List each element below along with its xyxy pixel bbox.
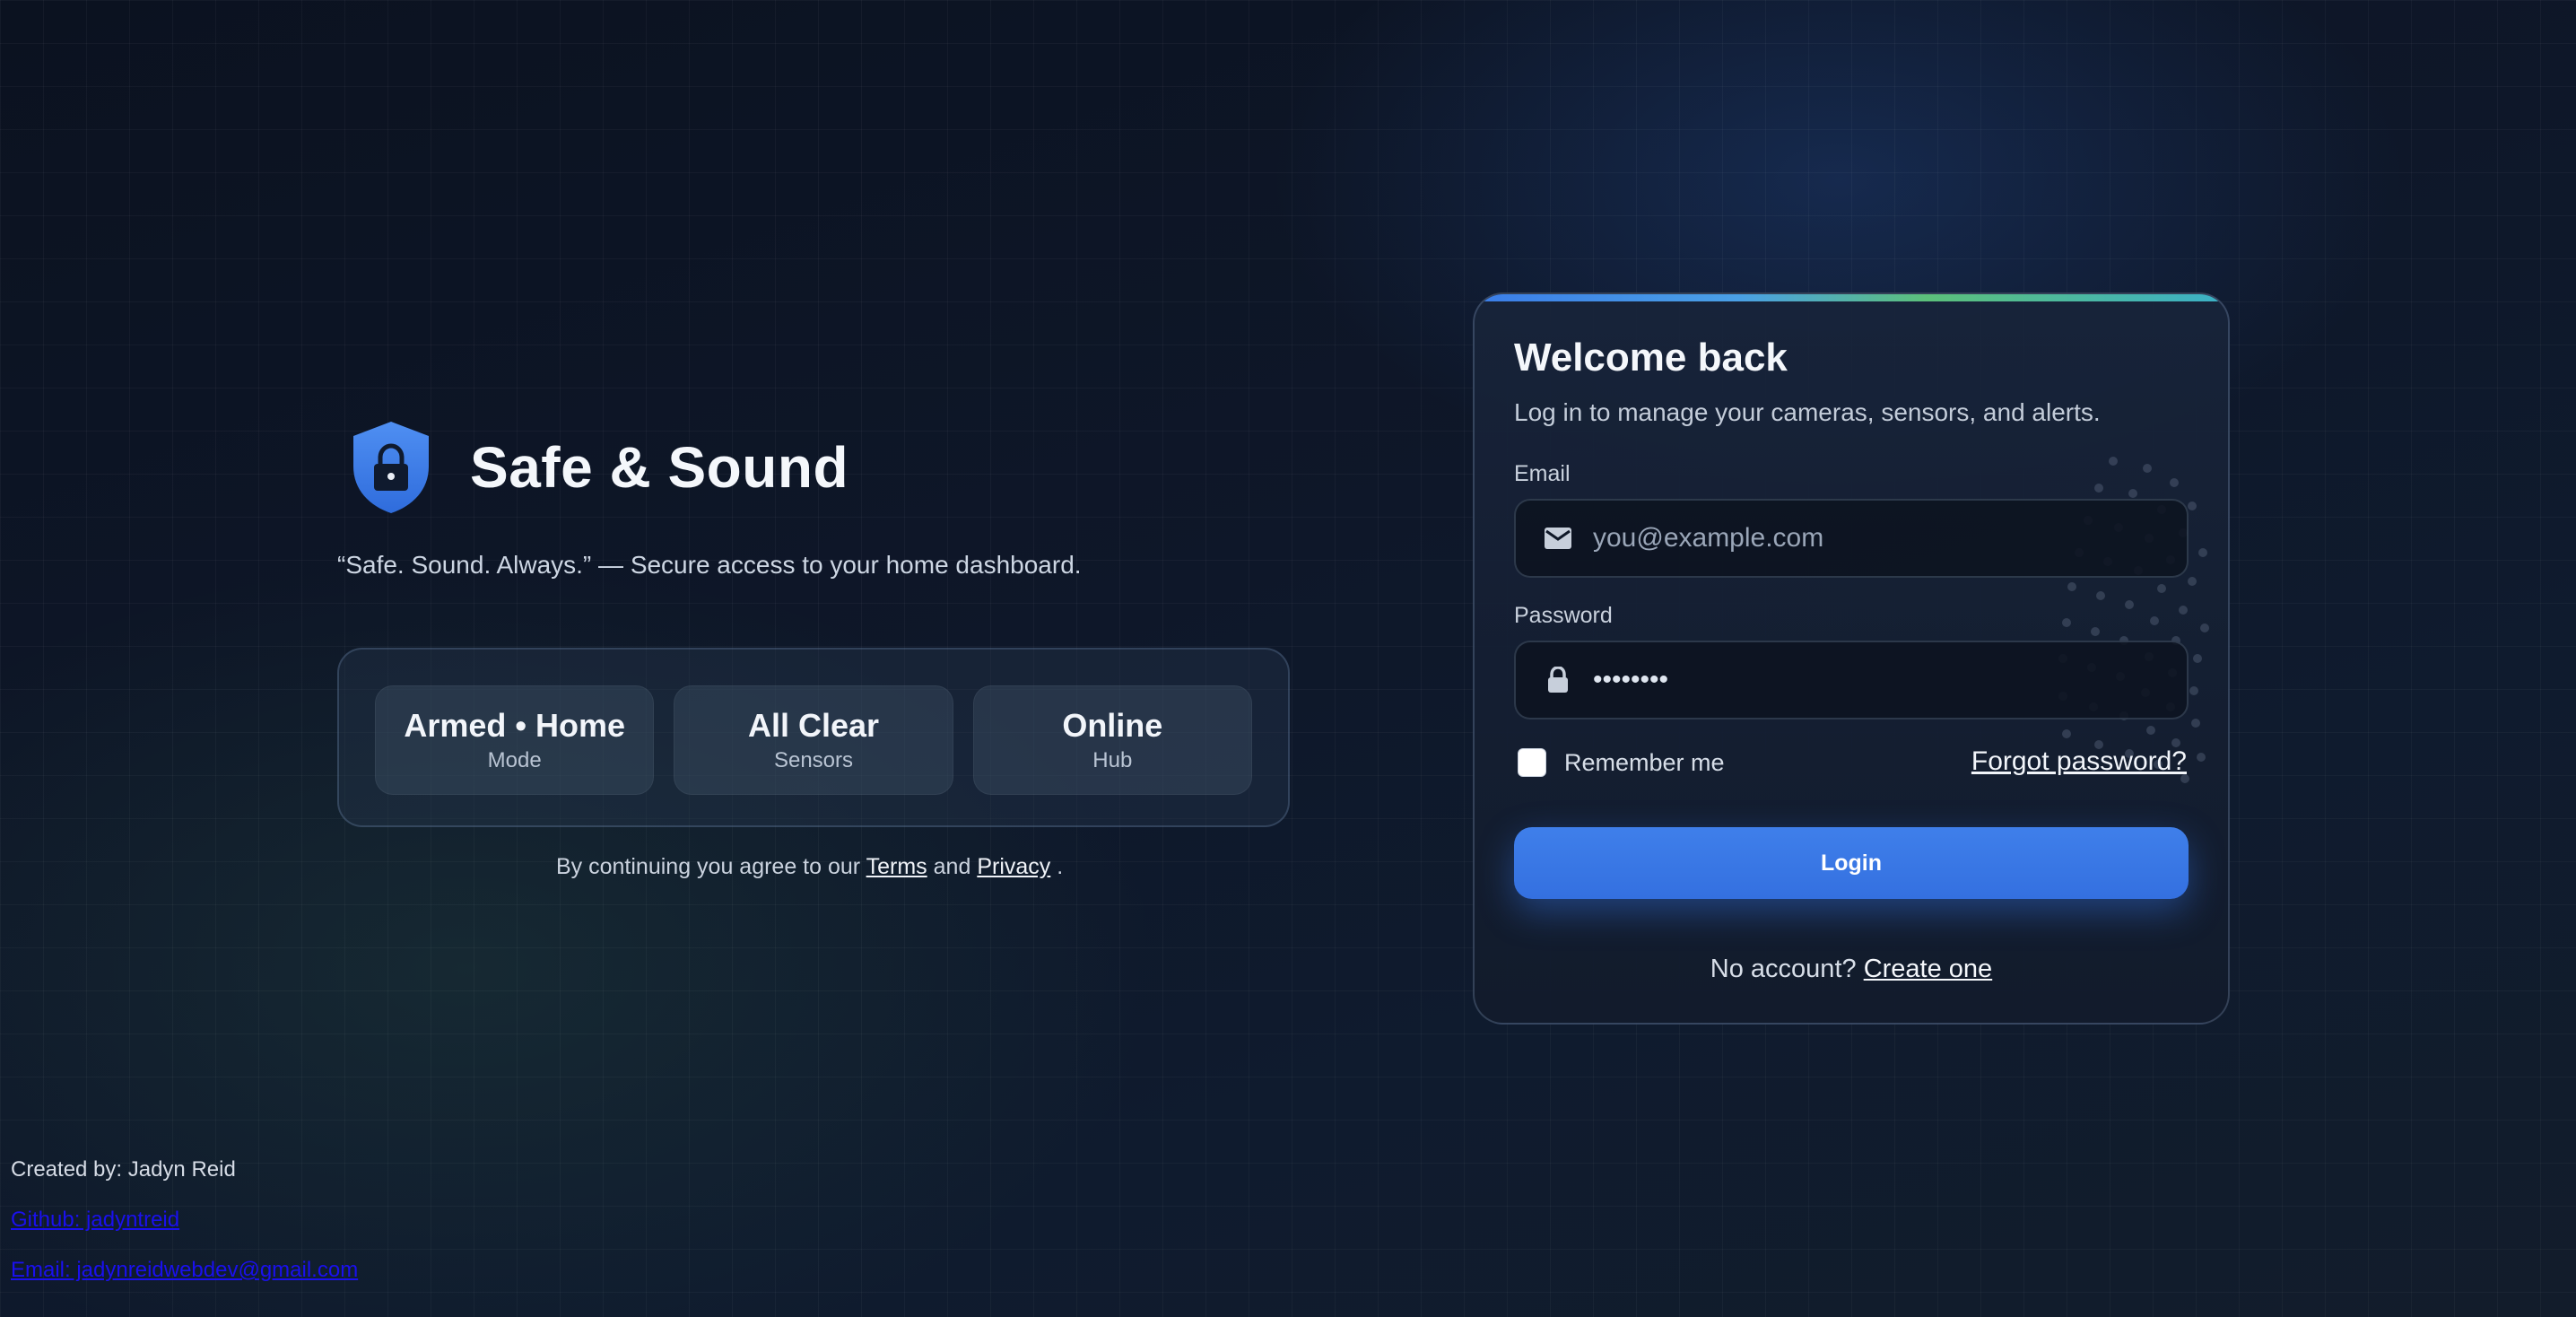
- create-account-link[interactable]: Create one: [1864, 955, 1993, 983]
- legal-notice: By continuing you agree to our Terms and…: [556, 854, 1063, 880]
- brand-header: Safe & Sound: [350, 420, 849, 515]
- status-label: Sensors: [773, 748, 854, 772]
- privacy-link[interactable]: Privacy: [977, 854, 1050, 879]
- legal-suffix: .: [1057, 854, 1064, 879]
- signup-prompt: No account? Create one: [1475, 955, 2228, 984]
- brand-title: Safe & Sound: [470, 435, 849, 500]
- card-accent-bar: [1475, 294, 2228, 301]
- login-title: Welcome back: [1514, 336, 1788, 379]
- github-link[interactable]: Github: jadyntreid: [11, 1208, 358, 1233]
- login-subtitle: Log in to manage your cameras, sensors, …: [1514, 398, 2101, 426]
- email-field[interactable]: [1514, 499, 2189, 578]
- mail-icon: [1543, 527, 1573, 550]
- status-tile-mode: Armed • Home Mode: [375, 685, 655, 795]
- password-field[interactable]: [1514, 641, 2189, 720]
- forgot-password-link[interactable]: Forgot password?: [1971, 746, 2187, 777]
- status-label: Hub: [1092, 748, 1133, 772]
- created-by: Created by: Jadyn Reid: [11, 1157, 236, 1182]
- login-card: Welcome back Log in to manage your camer…: [1473, 292, 2230, 1025]
- password-input[interactable]: [1591, 664, 2187, 696]
- legal-and: and: [933, 854, 971, 879]
- remember-checkbox[interactable]: [1518, 748, 1546, 777]
- legal-prefix: By continuing you agree to our: [556, 854, 861, 879]
- status-tile-sensors: All Clear Sensors: [674, 685, 953, 795]
- no-account-text: No account?: [1710, 955, 1857, 983]
- status-tile-hub: Online Hub: [972, 685, 1252, 795]
- login-button[interactable]: Login: [1514, 827, 2189, 899]
- email-input[interactable]: [1591, 522, 2187, 554]
- remember-label: Remember me: [1564, 748, 1725, 776]
- lock-icon: [1543, 667, 1573, 693]
- terms-link[interactable]: Terms: [866, 854, 927, 879]
- status-value: All Clear: [747, 707, 880, 744]
- email-label: Email: [1514, 461, 1571, 486]
- status-panel: Armed • Home Mode All Clear Sensors Onli…: [337, 648, 1290, 827]
- credits: Created by: Jadyn Reid Github: jadyntrei…: [11, 1157, 358, 1283]
- status-value: Armed • Home: [404, 707, 625, 744]
- password-label: Password: [1514, 603, 1613, 628]
- email-link[interactable]: Email: jadynreidwebdev@gmail.com: [11, 1258, 358, 1283]
- shield-lock-icon: [350, 420, 432, 515]
- brand-tagline: “Safe. Sound. Always.” — Secure access t…: [337, 551, 1082, 579]
- status-label: Mode: [487, 748, 542, 772]
- remember-me[interactable]: Remember me: [1518, 748, 1725, 777]
- status-value: Online: [1062, 707, 1163, 744]
